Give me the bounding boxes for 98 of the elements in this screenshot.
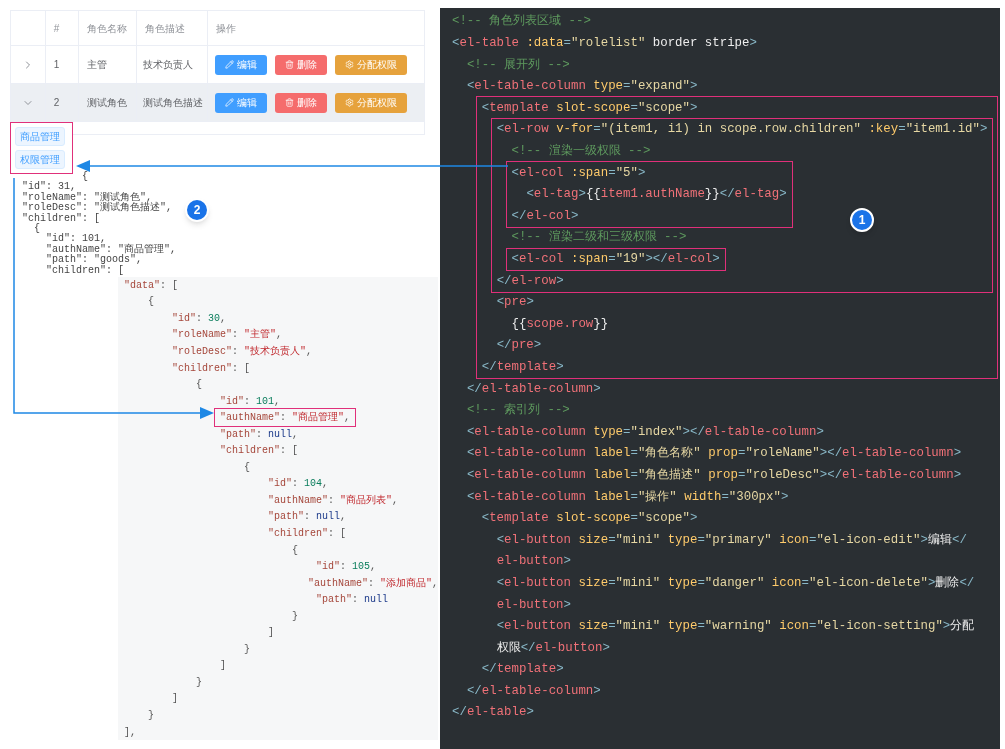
step-badge: 2 — [185, 198, 209, 222]
code-line: <pre> — [496, 294, 534, 312]
code-line: <el-button size="mini" type="warning" icon="el-icon-setting">分配 — [496, 618, 975, 636]
code-line: "children": [ — [220, 444, 299, 459]
table-cell-text: 1 — [53, 58, 60, 72]
action-button[interactable]: 删除 — [275, 92, 328, 113]
table-cell-text: 测试角色描述 — [143, 96, 204, 110]
code-line: "children": [ — [268, 526, 347, 541]
code-line: </el-col> — [511, 207, 579, 225]
code-comment: <!-- 角色列表区域 --> — [452, 13, 591, 31]
action-button[interactable]: 删除 — [275, 54, 328, 75]
code-comment: <!-- 展开列 --> — [466, 56, 570, 74]
dump-line: "children": [ — [45, 265, 125, 277]
code-line: ] — [268, 626, 274, 641]
code-line: <el-table :data="rolelist" border stripe> — [452, 35, 757, 53]
code-line: </template> — [481, 359, 564, 376]
code-line: </pre> — [496, 337, 542, 355]
code-line: <el-table-column type="expand"> — [466, 78, 698, 96]
dump-line: "authName": "商品管理", — [45, 244, 177, 255]
column-header: 角色名称 — [86, 21, 127, 36]
code-line: "id": 104, — [268, 477, 329, 492]
code-comment: <!-- 渲染一级权限 --> — [511, 143, 651, 161]
table-row[interactable]: 1 主管 技术负责人 编辑 删除 分配权限 — [11, 46, 424, 84]
permission-tag: 权限管理 — [15, 150, 65, 169]
code-line: <el-col :span="5"> — [511, 164, 646, 182]
code-line: <el-row v-for="(item1, i1) in scope.row.children" :key="item1.id"> — [496, 121, 988, 139]
code-line: ] — [220, 659, 226, 674]
code-line: "authName": "商品管理", — [220, 410, 351, 426]
table-cell-text: 主管 — [86, 58, 107, 72]
table-cell-text: 测试角色 — [86, 96, 127, 110]
dump-line: "id": 31, — [22, 182, 76, 193]
trash-icon — [285, 60, 295, 69]
action-button[interactable]: 分配权限 — [335, 92, 408, 113]
dump-line: "roleName": "测试角色", — [22, 192, 152, 203]
edit-icon — [225, 60, 235, 69]
dump-line: "path": "goods", — [45, 255, 143, 266]
code-line: </el-table-column> — [466, 682, 601, 700]
action-button[interactable]: 编辑 — [215, 54, 268, 75]
code-line: <el-table-column type="index"></el-table-column> — [466, 423, 824, 441]
action-button[interactable]: 分配权限 — [335, 54, 408, 75]
code-line: "roleDesc": "技术负责人", — [172, 344, 313, 359]
edit-icon — [225, 98, 235, 107]
code-line: {{scope.row}} — [511, 315, 609, 333]
code-line: </el-table-column> — [466, 380, 601, 398]
dump-line: "roleDesc": "测试角色描述", — [22, 203, 172, 214]
code-line: "authName": "商品列表", — [268, 493, 399, 508]
table-cell-text: 2 — [53, 96, 60, 110]
column-header: 角色描述 — [145, 21, 186, 36]
code-line: "roleName": "主管", — [172, 328, 283, 343]
code-line: { — [196, 378, 202, 393]
code-line: } — [196, 675, 202, 690]
code-line: </el-table> — [452, 704, 534, 722]
code-line: { — [244, 460, 250, 475]
trash-icon — [285, 98, 295, 107]
code-line: } — [148, 709, 154, 723]
code-line: "id": 101, — [220, 394, 281, 409]
code-line: "data": [ — [124, 278, 179, 293]
code-line: <el-button size="mini" type="primary" icon="el-icon-edit">编辑</ — [496, 531, 967, 549]
code-line: </template> — [481, 661, 564, 679]
column-header: 操作 — [216, 21, 237, 36]
code-line: el-button> — [496, 553, 571, 571]
code-line: <el-table-column label="角色名称" prop="roleName"></el-table-column> — [466, 445, 962, 463]
dump-line: { — [33, 224, 40, 235]
permission-tag: 商品管理 — [15, 127, 65, 146]
column-header: # — [53, 21, 60, 36]
dump-line: "children": [ — [22, 213, 100, 224]
table-cell-text: 技术负责人 — [143, 58, 194, 72]
code-line: <el-tag>{{item1.authName}}</el-tag> — [526, 186, 787, 204]
settings-icon — [345, 60, 355, 69]
code-line: ], — [124, 725, 137, 740]
table-row[interactable]: 2 测试角色 测试角色描述 编辑 删除 分配权限 — [11, 84, 424, 122]
code-line: el-button> — [496, 596, 571, 614]
code-line: <el-table-column label="角色描述" prop="roleDesc"></el-table-column> — [466, 466, 962, 484]
code-line: } — [244, 642, 250, 657]
dump-line: { — [81, 172, 88, 183]
code-line: "path": null — [316, 593, 389, 608]
code-line: } — [292, 609, 298, 624]
code-line: "children": [ — [172, 361, 251, 376]
code-line: "path": null, — [268, 510, 347, 525]
code-line: "authName": "添加商品", — [307, 576, 438, 591]
settings-icon — [345, 98, 355, 107]
code-line: "id": 105, — [316, 560, 377, 575]
code-line: <template slot-scope="scope"> — [481, 510, 698, 528]
action-button[interactable]: 编辑 — [215, 92, 268, 113]
code-line: <el-button size="mini" type="danger" icon="el-icon-delete">删除</ — [496, 574, 975, 592]
code-line: { — [292, 543, 298, 558]
code-line: </el-row> — [496, 272, 564, 290]
code-line: { — [148, 295, 154, 310]
code-comment: <!-- 索引列 --> — [466, 402, 570, 420]
code-line: <template slot-scope="scope"> — [481, 99, 698, 117]
code-line: 权限</el-button> — [496, 639, 610, 657]
dump-line: "id": 101, — [45, 234, 106, 245]
code-line: ] — [172, 692, 178, 707]
code-line: "id": 30, — [172, 311, 227, 326]
code-line: "path": null, — [220, 427, 299, 442]
code-line: <el-col :span="19"></el-col> — [511, 251, 720, 268]
code-comment: <!-- 渲染二级和三级权限 --> — [511, 229, 687, 247]
code-line: <el-table-column label="操作" width="300px"> — [466, 488, 789, 506]
